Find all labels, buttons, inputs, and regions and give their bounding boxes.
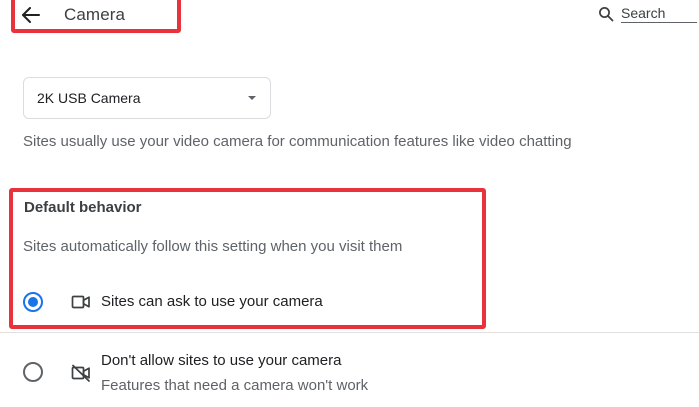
search-box[interactable]: Search bbox=[598, 4, 697, 24]
camera-select[interactable]: 2K USB Camera bbox=[23, 77, 271, 119]
option-allow-ask[interactable]: Sites can ask to use your camera bbox=[0, 284, 699, 320]
camera-settings-page: Camera Search 2K USB Camera Sites usuall… bbox=[0, 0, 699, 407]
search-input[interactable]: Search bbox=[621, 5, 697, 23]
arrow-left-icon bbox=[22, 7, 40, 23]
option-block-label: Don't allow sites to use your camera bbox=[101, 352, 342, 369]
radio-block[interactable] bbox=[23, 362, 43, 382]
camera-description: Sites usually use your video camera for … bbox=[23, 133, 572, 150]
header: Camera Search bbox=[0, 0, 699, 34]
default-behavior-subtext: Sites automatically follow this setting … bbox=[23, 238, 403, 255]
page-title: Camera bbox=[64, 5, 126, 24]
video-camera-icon bbox=[70, 291, 92, 313]
divider bbox=[0, 332, 699, 333]
radio-allow-ask[interactable] bbox=[23, 292, 43, 312]
video-camera-off-icon bbox=[70, 362, 92, 384]
camera-select-value: 2K USB Camera bbox=[37, 90, 141, 106]
option-allow-ask-label: Sites can ask to use your camera bbox=[101, 293, 323, 310]
option-block-sublabel: Features that need a camera won't work bbox=[101, 377, 369, 394]
caret-down-icon bbox=[248, 96, 256, 100]
search-icon bbox=[598, 6, 614, 22]
default-behavior-heading: Default behavior bbox=[24, 199, 142, 216]
option-block[interactable]: Don't allow sites to use your camera Fea… bbox=[0, 346, 699, 402]
back-button[interactable] bbox=[18, 3, 44, 27]
